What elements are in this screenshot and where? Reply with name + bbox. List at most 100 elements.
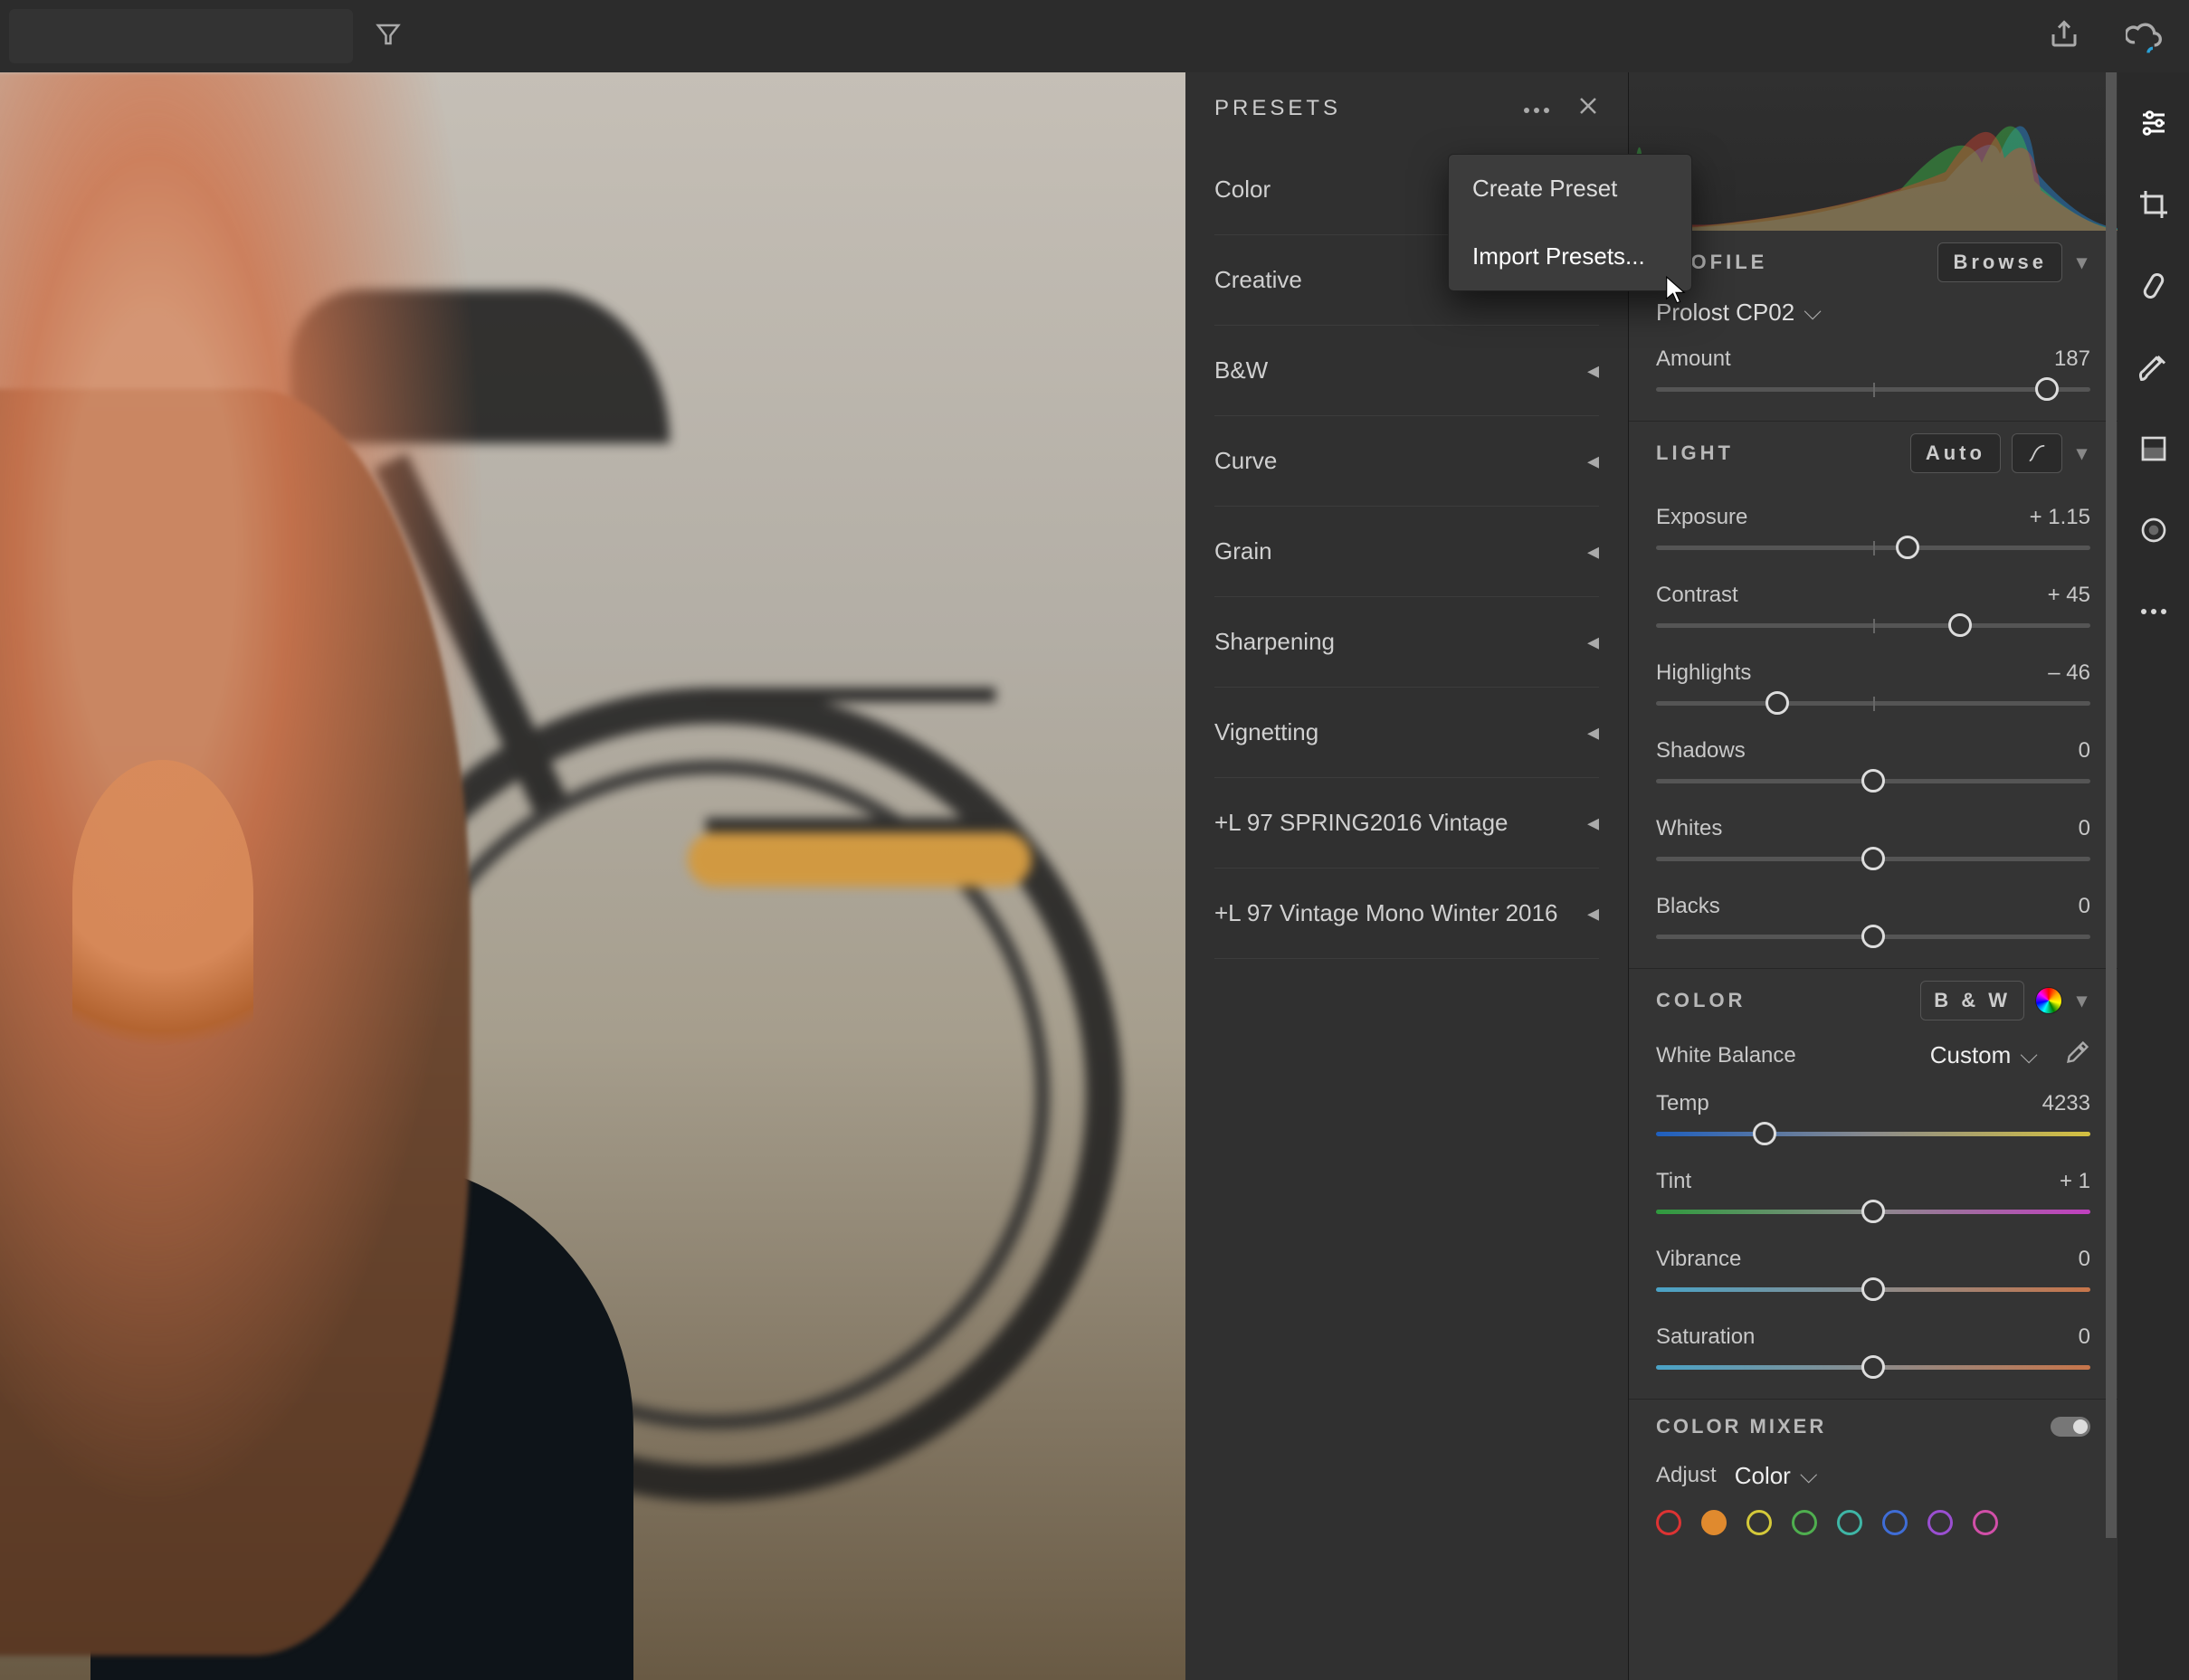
light-title: LIGHT: [1656, 441, 1899, 465]
whites-slider[interactable]: [1656, 843, 2090, 874]
vibrance-slider[interactable]: [1656, 1274, 2090, 1305]
chevron-down-icon[interactable]: ▾: [2077, 251, 2090, 274]
shadows-slider[interactable]: [1656, 765, 2090, 796]
tint-slider[interactable]: [1656, 1196, 2090, 1227]
profile-select[interactable]: Prolost CP02⌵: [1656, 298, 2090, 327]
slider-label: Blacks: [1656, 894, 2079, 919]
close-icon[interactable]: [1577, 95, 1599, 123]
slider-value: 0: [2079, 738, 2090, 764]
light-section: LIGHT Auto ▾ Exposure+ 1.15Contrast+ 45H…: [1629, 421, 2118, 968]
crop-icon[interactable]: [2136, 186, 2172, 223]
slider-value: 4233: [2042, 1091, 2090, 1116]
color-mixer-title: COLOR MIXER: [1656, 1415, 1826, 1438]
temp-slider[interactable]: [1656, 1118, 2090, 1149]
color-section: COLOR B & W ▾ White Balance Custom⌵ Temp…: [1629, 968, 2118, 1399]
slider-row: Exposure+ 1.15: [1656, 505, 2090, 530]
white-balance-select[interactable]: Custom⌵: [1930, 1041, 2038, 1070]
cloud-sync-icon[interactable]: [2126, 18, 2162, 59]
slider-row: Blacks0: [1656, 894, 2090, 919]
top-bar: [0, 0, 2189, 72]
slider-row: Vibrance0: [1656, 1247, 2090, 1272]
slider-row: Tint+ 1: [1656, 1169, 2090, 1194]
healing-brush-icon[interactable]: [2136, 268, 2172, 304]
slider-row: Saturation0: [1656, 1324, 2090, 1350]
edit-scrollbar[interactable]: [2106, 72, 2117, 1538]
preset-group-label: B&W: [1214, 356, 1587, 384]
preset-group-label: +L 97 SPRING2016 Vintage: [1214, 809, 1587, 837]
preset-group-label: +L 97 Vintage Mono Winter 2016: [1214, 899, 1587, 927]
presets-context-menu: Create Preset Import Presets...: [1448, 154, 1692, 291]
slider-value: 0: [2079, 816, 2090, 841]
saturation-slider[interactable]: [1656, 1352, 2090, 1382]
color-swatch-mag[interactable]: [1973, 1510, 1998, 1535]
contrast-slider[interactable]: [1656, 610, 2090, 641]
preset-group[interactable]: Sharpening◂: [1214, 597, 1599, 688]
color-swatch-pur[interactable]: [1927, 1510, 1953, 1535]
presets-title: PRESETS: [1214, 96, 1523, 121]
triangle-collapse-icon: ◂: [1587, 356, 1599, 384]
tone-curve-button[interactable]: [2012, 433, 2062, 473]
preset-group[interactable]: B&W◂: [1214, 326, 1599, 416]
highlights-slider[interactable]: [1656, 688, 2090, 718]
radial-gradient-icon[interactable]: [2136, 512, 2172, 548]
slider-row: Highlights– 46: [1656, 660, 2090, 686]
slider-label: Saturation: [1656, 1324, 2079, 1350]
profile-section: PROFILE Browse ▾ Prolost CP02⌵ Amount 18…: [1629, 231, 2118, 421]
menu-import-presets[interactable]: Import Presets...: [1449, 223, 1691, 290]
preset-group[interactable]: +L 97 SPRING2016 Vintage◂: [1214, 778, 1599, 868]
triangle-collapse-icon: ◂: [1587, 809, 1599, 837]
exposure-slider[interactable]: [1656, 532, 2090, 563]
search-input[interactable]: [9, 9, 353, 63]
profile-title: PROFILE: [1656, 251, 1927, 274]
filter-icon[interactable]: [375, 21, 402, 52]
image-preview[interactable]: [0, 72, 1185, 1680]
slider-label: Temp: [1656, 1091, 2042, 1116]
brush-icon[interactable]: [2136, 349, 2172, 385]
chevron-down-icon[interactable]: ▾: [2077, 989, 2090, 1012]
color-swatch-org[interactable]: [1701, 1510, 1727, 1535]
slider-value: + 45: [2048, 583, 2090, 608]
linear-gradient-icon[interactable]: [2136, 431, 2172, 467]
adjust-select[interactable]: Color⌵: [1735, 1461, 1818, 1490]
bw-toggle-button[interactable]: B & W: [1920, 981, 2024, 1020]
slider-row: Shadows0: [1656, 738, 2090, 764]
slider-value: 0: [2079, 894, 2090, 919]
menu-create-preset[interactable]: Create Preset: [1449, 155, 1691, 223]
preset-group[interactable]: Vignetting◂: [1214, 688, 1599, 778]
eyedropper-icon[interactable]: [2065, 1039, 2090, 1071]
slider-value: – 46: [2048, 660, 2090, 686]
white-balance-label: White Balance: [1656, 1043, 1930, 1068]
edit-sliders-icon[interactable]: [2136, 105, 2172, 141]
preset-group-label: Sharpening: [1214, 628, 1587, 656]
browse-profile-button[interactable]: Browse: [1937, 242, 2061, 282]
amount-slider[interactable]: [1656, 374, 2090, 404]
color-swatch-aqu[interactable]: [1837, 1510, 1862, 1535]
slider-value: 0: [2079, 1324, 2090, 1350]
triangle-collapse-icon: ◂: [1587, 718, 1599, 746]
color-swatch-yel[interactable]: [1746, 1510, 1772, 1535]
histogram[interactable]: [1629, 72, 2118, 231]
color-mixer-icon[interactable]: [2035, 987, 2062, 1014]
preset-group-label: Vignetting: [1214, 718, 1587, 746]
amount-row: Amount 187: [1656, 346, 2090, 372]
triangle-collapse-icon: ◂: [1587, 447, 1599, 475]
blacks-slider[interactable]: [1656, 921, 2090, 952]
tool-rail: [2118, 72, 2189, 1680]
color-swatch-blu[interactable]: [1882, 1510, 1908, 1535]
amount-label: Amount: [1656, 346, 2054, 372]
chevron-down-icon[interactable]: ▾: [2077, 441, 2090, 465]
slider-label: Shadows: [1656, 738, 2079, 764]
color-swatches: [1656, 1510, 2090, 1535]
color-mixer-toggle[interactable]: [2051, 1417, 2090, 1437]
presets-more-icon[interactable]: [1523, 96, 1550, 121]
share-icon[interactable]: [2048, 18, 2080, 55]
preset-group[interactable]: Grain◂: [1214, 507, 1599, 597]
color-swatch-grn[interactable]: [1792, 1510, 1817, 1535]
auto-button[interactable]: Auto: [1910, 433, 2001, 473]
preset-group[interactable]: Curve◂: [1214, 416, 1599, 507]
color-swatch-red[interactable]: [1656, 1510, 1681, 1535]
preset-group[interactable]: +L 97 Vintage Mono Winter 2016◂: [1214, 868, 1599, 959]
mouse-cursor-icon: [1665, 276, 1687, 309]
more-tools-icon[interactable]: [2136, 593, 2172, 630]
triangle-collapse-icon: ◂: [1587, 899, 1599, 927]
